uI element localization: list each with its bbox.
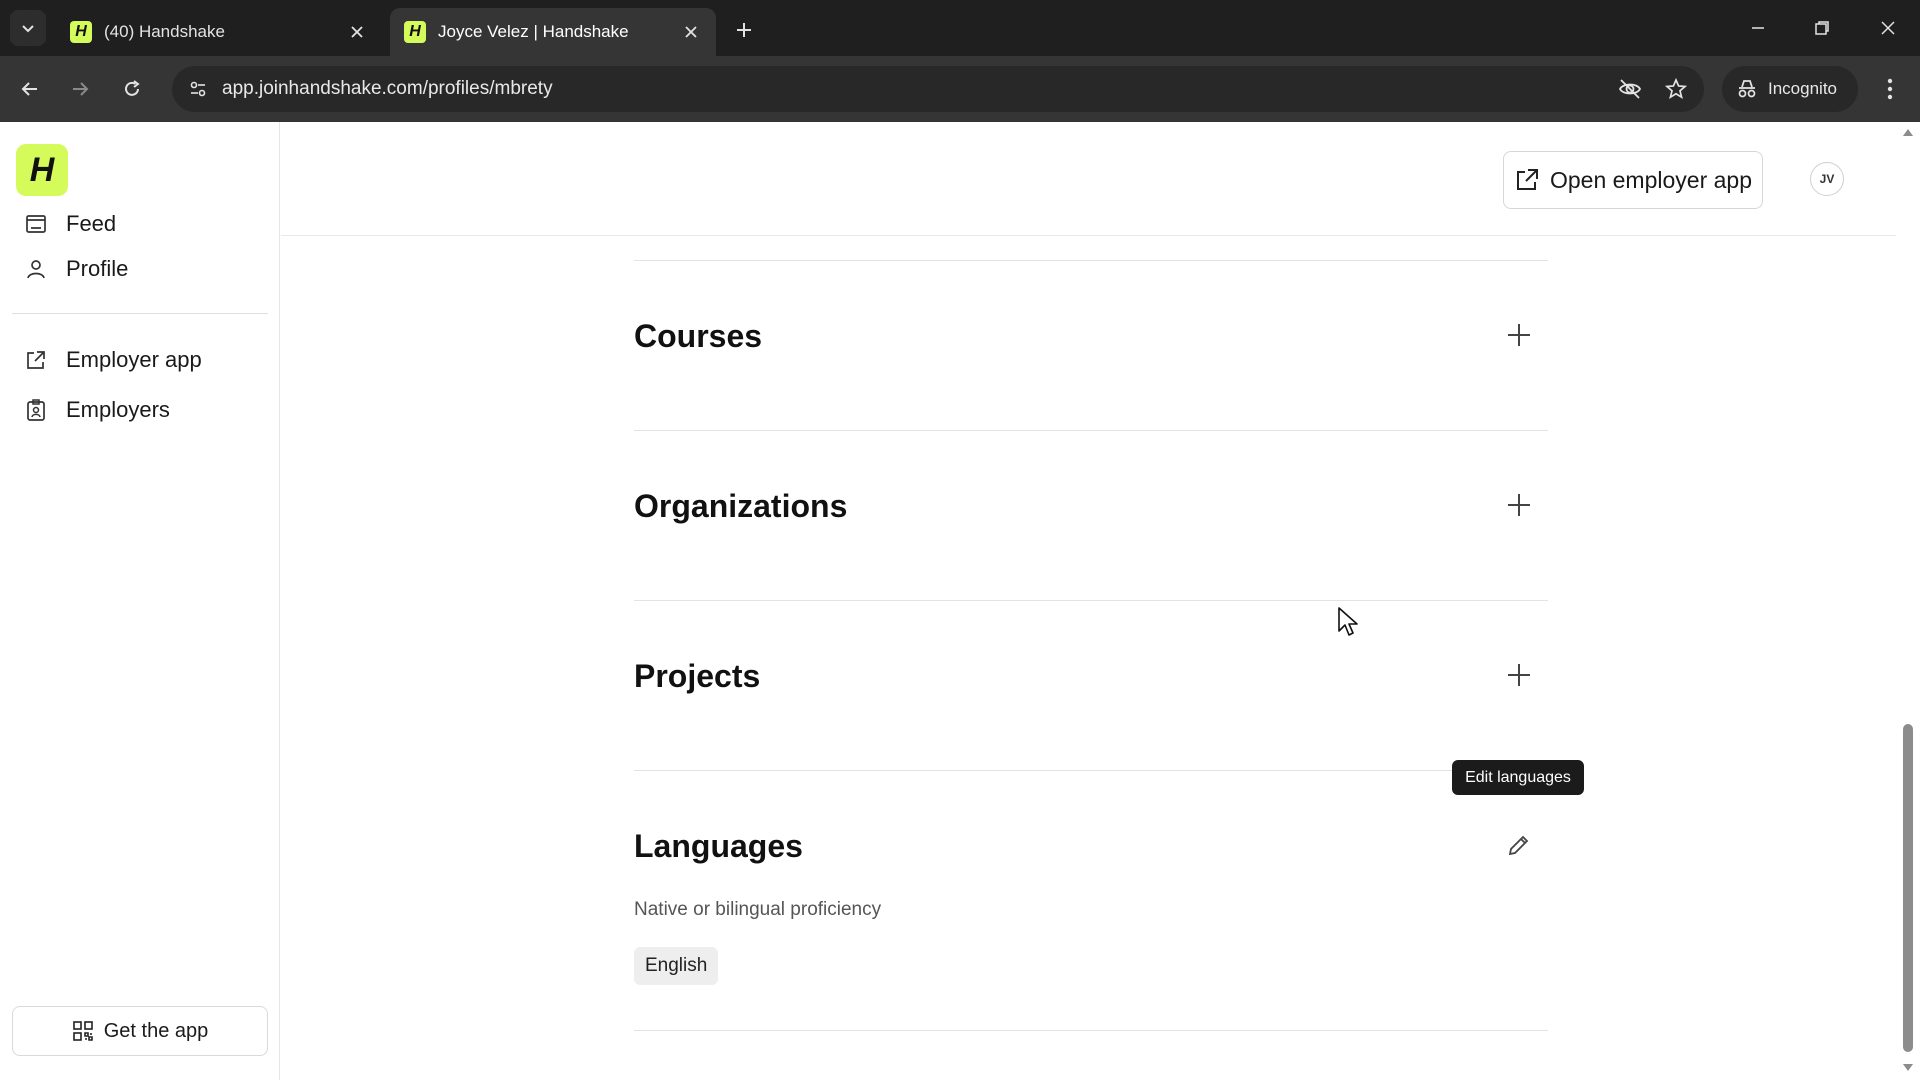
window-close-icon[interactable] [1870,12,1906,44]
open-employer-label: Open employer app [1549,166,1752,193]
pencil-icon [1508,835,1529,856]
qr-code-icon [72,1020,94,1042]
add-course-button[interactable] [1500,316,1538,354]
incognito-label: Incognito [1768,79,1837,98]
mouse-cursor-icon [1338,607,1358,636]
tab-joyce-velez[interactable]: H Joyce Velez | Handshake [390,8,716,56]
scrollbar-thumb[interactable] [1903,724,1913,1052]
tab-title: (40) Handshake [104,22,225,41]
get-the-app-button[interactable]: Get the app [12,1006,268,1056]
reload-icon[interactable] [114,71,150,107]
sidebar-item-label: Employer app [66,347,202,372]
close-icon[interactable] [680,21,702,43]
incognito-icon [1738,80,1756,98]
feed-icon [22,210,50,238]
kebab-menu-icon[interactable] [1872,71,1908,107]
forward-icon[interactable] [62,71,98,107]
add-project-button[interactable] [1500,656,1538,694]
handshake-favicon: H [404,21,426,43]
section-divider [634,430,1548,431]
scroll-down-icon[interactable] [1902,1062,1914,1074]
external-link-icon [22,346,50,374]
sidebar-item-employers[interactable]: Employers [22,392,170,428]
open-employer-app-button[interactable]: Open employer app [1503,151,1763,209]
section-divider [634,260,1548,261]
handshake-favicon: H [70,21,92,43]
organizations-title: Organizations [634,488,848,524]
back-icon[interactable] [12,71,48,107]
page-scrollbar[interactable] [1896,122,1920,1080]
tab-handshake-feed[interactable]: H (40) Handshake [56,8,382,56]
plus-icon [1508,664,1530,686]
courses-title: Courses [634,318,763,354]
tab-search-button[interactable] [10,10,46,46]
edit-languages-tooltip: Edit languages [1452,760,1584,795]
browser-toolbar: app.joinhandshake.com/profiles/mbrety In… [0,56,1920,122]
incognito-indicator[interactable]: Incognito [1722,66,1858,112]
minimize-icon[interactable] [1740,12,1776,44]
sidebar: H Feed Profile Employer app Employers Ge… [0,122,280,1080]
languages-title: Languages [634,828,803,864]
avatar[interactable]: JV [1810,162,1844,196]
sidebar-item-profile[interactable]: Profile [22,251,128,287]
badge-icon [22,396,50,424]
section-divider [634,770,1548,771]
chevron-down-icon [22,25,34,33]
sidebar-item-label: Feed [66,211,117,236]
language-proficiency: Native or bilingual proficiency [634,899,882,920]
sidebar-divider [12,313,268,314]
site-info-icon[interactable] [178,69,218,109]
restore-icon[interactable] [1804,12,1840,44]
sidebar-item-label: Employers [66,397,170,422]
address-bar[interactable]: app.joinhandshake.com/profiles/mbrety [172,66,1704,112]
plus-icon [1508,324,1530,346]
close-icon[interactable] [346,21,368,43]
sidebar-item-label: Profile [66,256,129,281]
sidebar-item-employer-app[interactable]: Employer app [22,342,202,378]
scroll-up-icon[interactable] [1902,126,1914,138]
language-chip: English [634,947,719,985]
handshake-logo[interactable]: H [16,144,68,196]
edit-languages-button[interactable] [1500,826,1538,864]
app-header: Open employer app JV [281,122,1896,236]
url-text[interactable]: app.joinhandshake.com/profiles/mbrety [222,78,1612,100]
star-icon[interactable] [1658,71,1694,107]
plus-icon [1508,494,1530,516]
sidebar-item-feed[interactable]: Feed [22,206,116,242]
tab-title: Joyce Velez | Handshake [438,22,629,41]
browser-tabbar: H (40) Handshake H Joyce Velez | Handsha… [0,0,1920,56]
external-link-icon [1514,167,1540,193]
get-app-label: Get the app [103,1019,209,1042]
new-tab-icon[interactable] [728,14,760,46]
add-organization-button[interactable] [1500,486,1538,524]
section-divider [634,1030,1548,1031]
section-divider [634,600,1548,601]
eye-off-icon[interactable] [1612,71,1648,107]
projects-title: Projects [634,658,761,694]
person-icon [22,255,50,283]
